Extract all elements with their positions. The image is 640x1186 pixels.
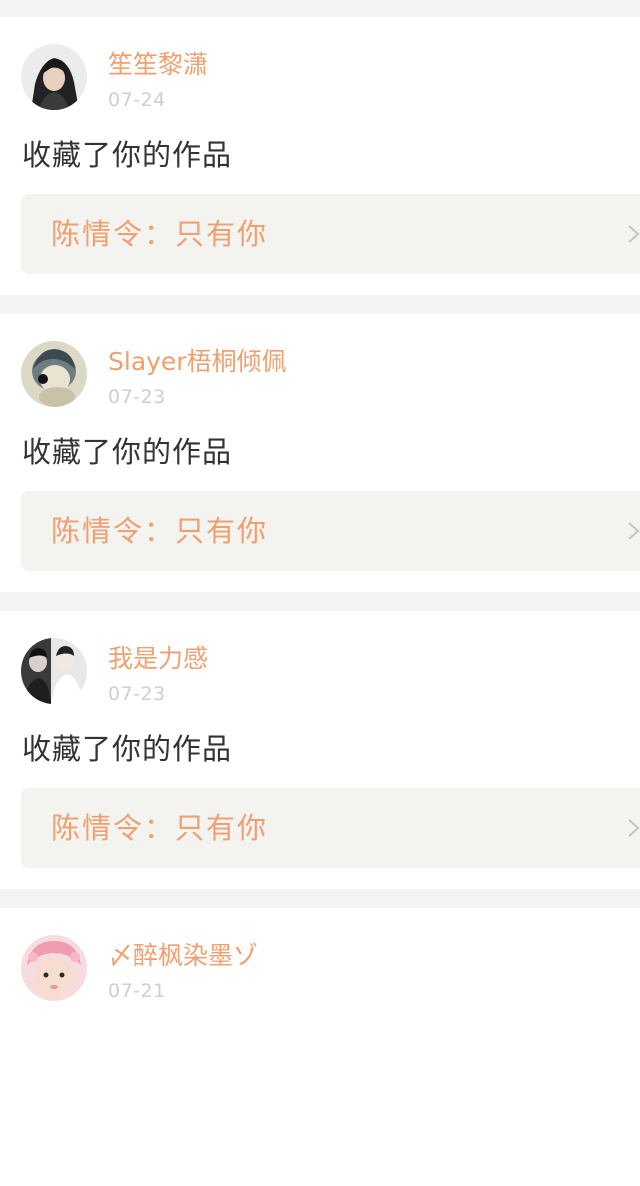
avatar-image <box>21 44 87 110</box>
avatar-image <box>21 341 87 407</box>
work-link[interactable]: 陈情令：只有你 <box>21 194 640 274</box>
chevron-right-icon <box>626 819 640 837</box>
activity-date: 07-23 <box>108 386 166 408</box>
activity-action: 收藏了你的作品 <box>22 435 233 469</box>
chevron-right-icon <box>626 522 640 540</box>
activity-item: 〆醉枫染墨ゾ 07-21 <box>0 908 640 1186</box>
activity-item: Slayer梧桐倾佩 07-23 收藏了你的作品 陈情令：只有你 <box>0 314 640 592</box>
activity-date: 07-23 <box>108 683 166 705</box>
user-avatar[interactable] <box>21 638 87 704</box>
activity-date: 07-21 <box>108 980 166 1002</box>
activity-item: 笙笙黎潇 07-24 收藏了你的作品 陈情令：只有你 <box>0 17 640 295</box>
avatar-image <box>21 935 87 1001</box>
work-title: 陈情令：只有你 <box>51 514 269 548</box>
username[interactable]: 〆醉枫染墨ゾ <box>108 940 258 972</box>
activity-feed: 笙笙黎潇 07-24 收藏了你的作品 陈情令：只有你 Slayer梧桐倾佩 07… <box>0 0 640 1186</box>
activity-date: 07-24 <box>108 89 166 111</box>
chevron-right-icon <box>626 225 640 243</box>
work-link[interactable]: 陈情令：只有你 <box>21 491 640 571</box>
username[interactable]: 我是力感 <box>108 643 208 675</box>
activity-action: 收藏了你的作品 <box>22 732 233 766</box>
user-avatar[interactable] <box>21 341 87 407</box>
username[interactable]: 笙笙黎潇 <box>108 49 208 81</box>
username[interactable]: Slayer梧桐倾佩 <box>108 346 287 378</box>
work-link[interactable]: 陈情令：只有你 <box>21 788 640 868</box>
activity-action: 收藏了你的作品 <box>22 138 233 172</box>
work-title: 陈情令：只有你 <box>51 217 269 251</box>
work-title: 陈情令：只有你 <box>51 811 269 845</box>
user-avatar[interactable] <box>21 44 87 110</box>
avatar-image <box>21 638 87 704</box>
activity-item: 我是力感 07-23 收藏了你的作品 陈情令：只有你 <box>0 611 640 889</box>
user-avatar[interactable] <box>21 935 87 1001</box>
